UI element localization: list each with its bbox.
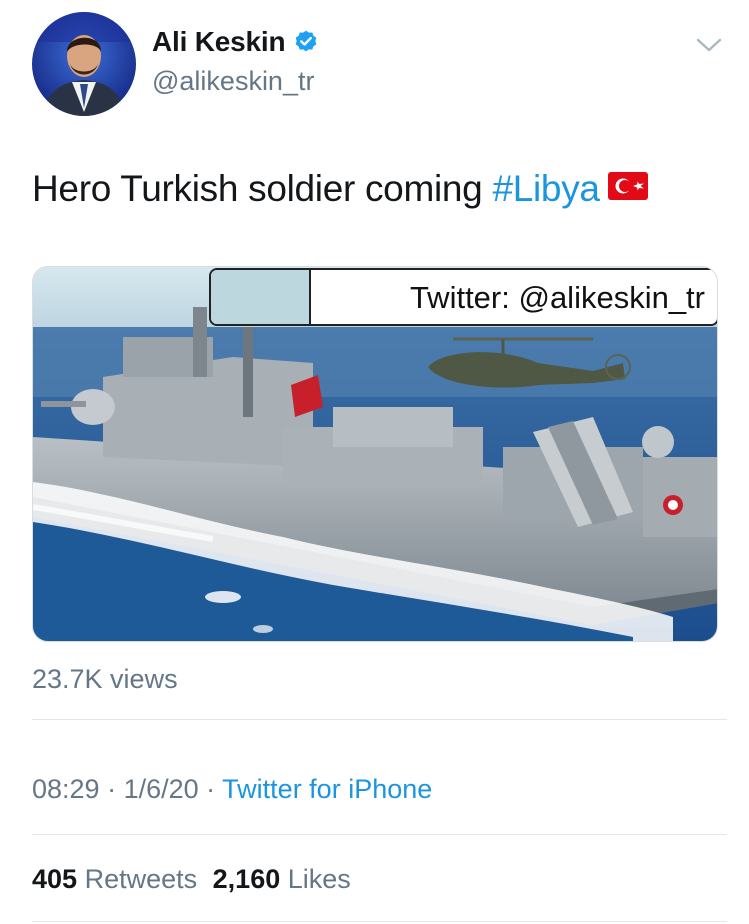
video-media[interactable]: Twitter: @alikeskin_tr (32, 266, 718, 642)
likes-label: Likes (287, 864, 351, 894)
chevron-down-icon[interactable] (694, 34, 724, 56)
author-display-name[interactable]: Ali Keskin (152, 26, 286, 58)
view-count: 23.7K views (32, 664, 178, 694)
divider (32, 834, 727, 835)
avatar[interactable] (32, 12, 136, 116)
retweets-count: 405 (32, 864, 78, 894)
tweet-meta: 08:29 · 1/6/20 · Twitter for iPhone (32, 774, 432, 805)
meta-separator: · (198, 774, 223, 804)
divider (32, 719, 727, 720)
retweets-label: Retweets (84, 864, 198, 894)
meta-separator: · (99, 774, 124, 804)
author-handle[interactable]: @alikeskin_tr (152, 66, 314, 97)
tweet-source-link[interactable]: Twitter for iPhone (222, 774, 432, 804)
tweet-time: 08:29 (32, 774, 100, 804)
turkey-flag-icon (607, 167, 648, 209)
hashtag-link[interactable]: #Libya (492, 168, 600, 209)
watermark-text: Twitter: @alikeskin_tr (409, 280, 705, 315)
retweets-stat[interactable]: 405 Retweets (32, 864, 205, 894)
author-name-row[interactable]: Ali Keskin (152, 26, 319, 58)
likes-stat[interactable]: 2,160 Likes (213, 864, 351, 894)
tweet-body: Hero Turkish soldier coming (32, 168, 493, 209)
watermark-swatch (211, 270, 311, 324)
likes-count: 2,160 (212, 864, 281, 894)
tweet-text: Hero Turkish soldier coming #Libya (32, 168, 648, 210)
tweet-stats: 405 Retweets 2,160 Likes (32, 864, 351, 895)
verified-badge-icon (293, 29, 319, 55)
video-watermark: Twitter: @alikeskin_tr (209, 268, 717, 326)
divider (32, 921, 727, 922)
tweet-date: 1/6/20 (123, 774, 199, 804)
